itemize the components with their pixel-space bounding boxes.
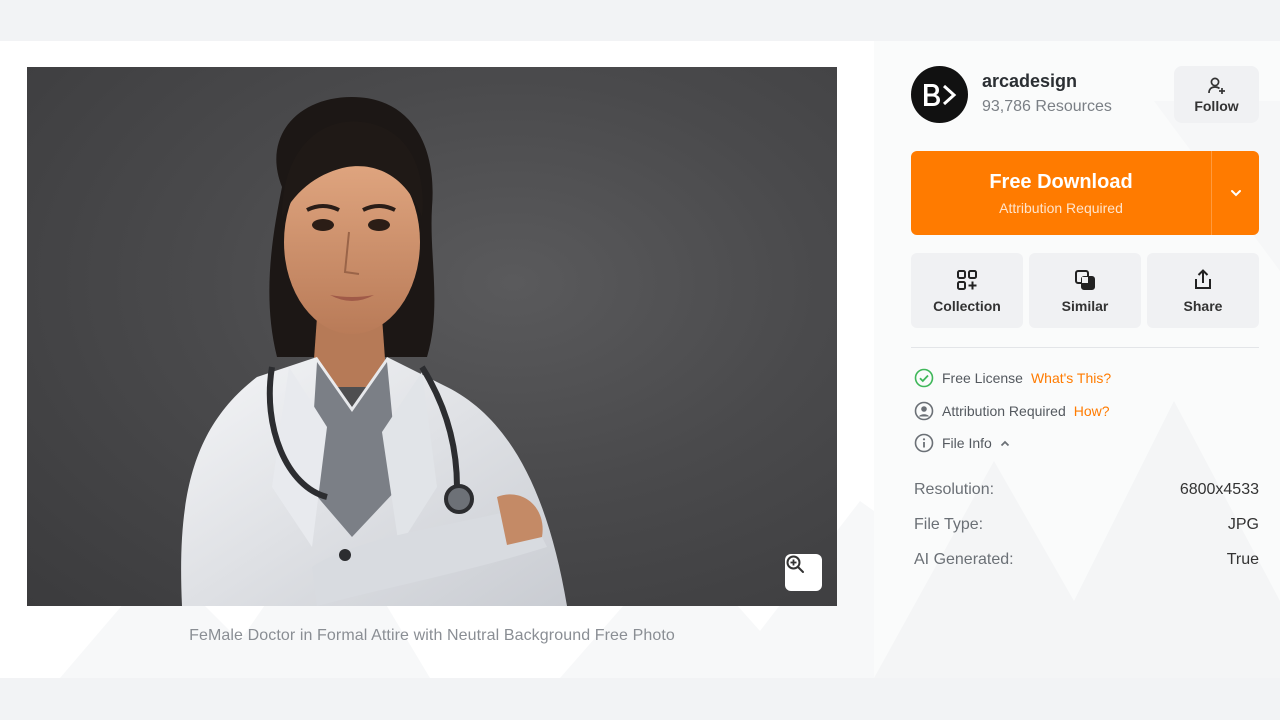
chevron-up-icon [1000,440,1009,446]
share-icon [1195,268,1211,289]
zoom-in-icon [786,555,804,573]
check-circle-icon [913,367,935,389]
user-add-icon [1207,77,1225,94]
sidebar-watermark [874,101,1280,678]
collection-label: Collection [933,297,1001,314]
file-info-label: File Info [942,435,992,451]
similar-label: Similar [1061,297,1109,314]
collection-button[interactable]: Collection [911,253,1023,328]
how-link[interactable]: How? [1074,403,1110,419]
image-preview-panel: FeMale Doctor in Formal Attire with Neut… [0,41,874,678]
author-logo-icon [923,83,956,106]
similar-icon [1075,269,1095,290]
author-avatar[interactable] [911,66,968,123]
photo-caption: FeMale Doctor in Formal Attire with Neut… [189,627,675,644]
file-type-row: File Type: JPG [914,516,1259,534]
download-title: Free Download [989,170,1133,193]
whats-this-link[interactable]: What's This? [1031,370,1111,386]
ai-generated-value: True [1226,551,1259,568]
download-options-button[interactable] [1211,151,1259,235]
file-type-label: File Type: [914,516,984,533]
file-info-toggle[interactable]: File Info [913,432,1010,454]
follow-button[interactable]: Follow [1174,66,1259,123]
follow-label: Follow [1194,97,1239,114]
share-label: Share [1183,297,1223,314]
action-buttons: Collection Similar Share [911,253,1259,328]
author-resources-count: 93,786 Resources [982,98,1112,115]
doctor-photo[interactable] [27,67,837,606]
ai-generated-row: AI Generated: True [914,551,1259,569]
doctor-illustration [181,97,567,606]
similar-button[interactable]: Similar [1029,253,1141,328]
author-name[interactable]: arcadesign [982,71,1077,92]
resolution-label: Resolution: [914,481,995,498]
download-button-group: Free Download Attribution Required [911,151,1259,235]
share-button[interactable]: Share [1147,253,1259,328]
download-subtitle: Attribution Required [999,199,1123,216]
resource-sidebar: arcadesign 93,786 Resources Follow Free … [874,41,1280,678]
user-circle-icon [913,400,935,422]
zoom-button[interactable] [785,554,822,591]
free-license-row: Free License What's This? [913,367,1111,389]
attribution-row: Attribution Required How? [913,400,1110,422]
resolution-value: 6800x4533 [1179,481,1259,498]
attribution-label: Attribution Required [942,403,1066,419]
collection-add-icon [957,269,977,290]
free-download-button[interactable]: Free Download Attribution Required [911,151,1211,235]
divider [911,347,1259,348]
chevron-down-icon [1230,190,1241,197]
ai-generated-label: AI Generated: [914,551,1014,568]
file-type-value: JPG [1227,516,1259,533]
free-license-label: Free License [942,370,1023,386]
info-icon [913,432,935,454]
resolution-row: Resolution: 6800x4533 [914,481,1259,499]
